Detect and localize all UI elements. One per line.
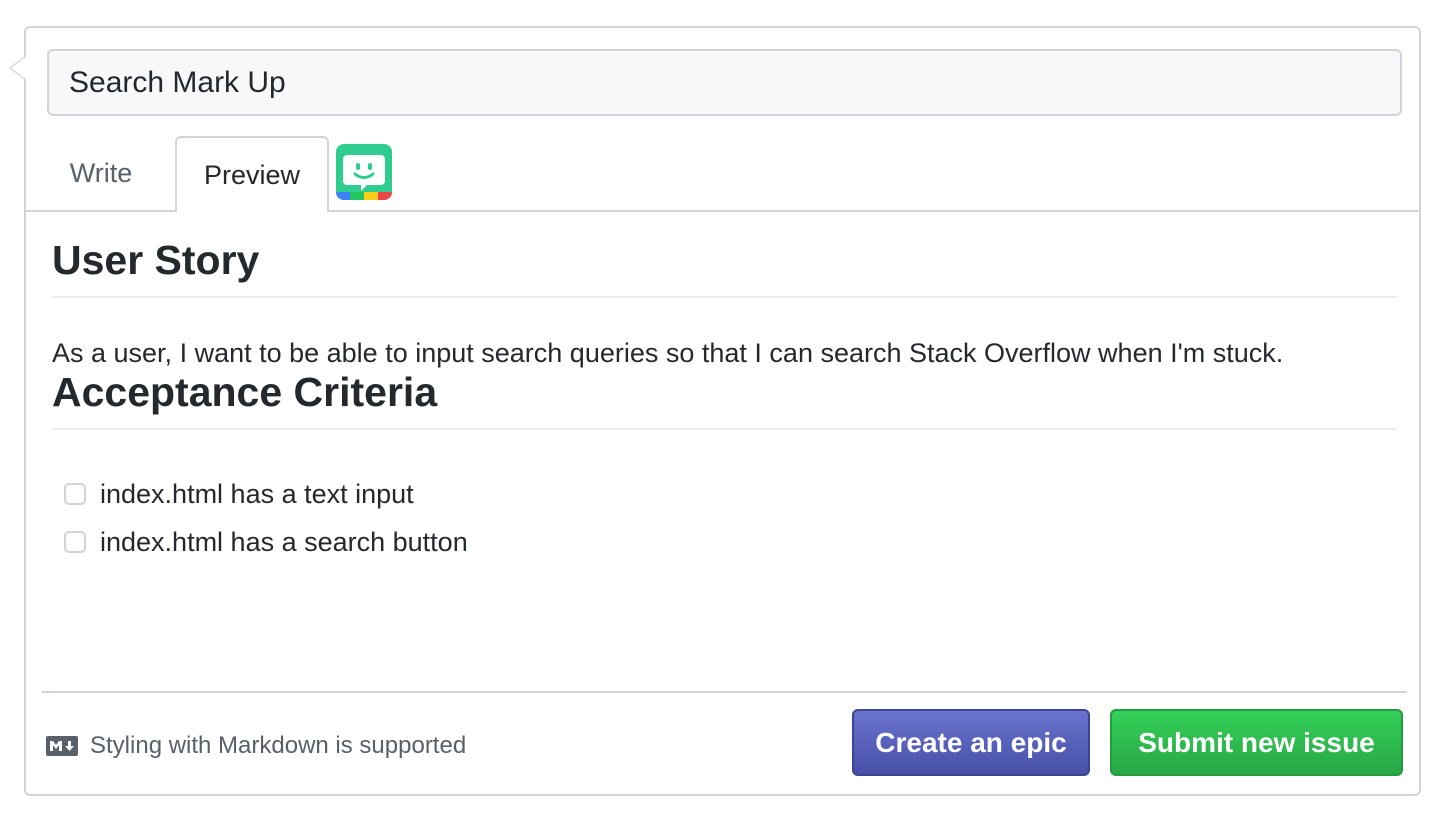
task-checkbox[interactable] bbox=[64, 483, 86, 505]
markdown-preview: User Story As a user, I want to be able … bbox=[52, 238, 1397, 566]
markdown-note[interactable]: Styling with Markdown is supported bbox=[46, 732, 466, 760]
preview-heading-acceptance: Acceptance Criteria bbox=[52, 370, 1397, 430]
markdown-icon bbox=[46, 736, 78, 756]
submit-issue-button[interactable]: Submit new issue bbox=[1110, 709, 1403, 776]
task-label: index.html has a text input bbox=[100, 479, 414, 509]
task-list-item: index.html has a search button bbox=[52, 518, 1397, 566]
tab-preview[interactable]: Preview bbox=[175, 136, 329, 212]
popover-pointer-fill bbox=[11, 57, 26, 79]
editor-tabs: Write Preview bbox=[26, 136, 1419, 212]
new-issue-form: Write Preview User Story As a user, I wa… bbox=[24, 26, 1421, 796]
preview-heading-user-story: User Story bbox=[52, 238, 1397, 298]
create-epic-button[interactable]: Create an epic bbox=[852, 709, 1090, 776]
task-checkbox[interactable] bbox=[64, 531, 86, 553]
task-label: index.html has a search button bbox=[100, 527, 468, 557]
markdown-note-text: Styling with Markdown is supported bbox=[90, 732, 467, 759]
footer-divider bbox=[42, 691, 1407, 693]
task-list: index.html has a text input index.html h… bbox=[52, 470, 1397, 566]
tab-write[interactable]: Write bbox=[26, 136, 176, 210]
zenhub-bot-icon[interactable] bbox=[336, 144, 392, 200]
issue-title-input[interactable] bbox=[47, 49, 1402, 116]
task-list-item: index.html has a text input bbox=[52, 470, 1397, 518]
preview-paragraph: As a user, I want to be able to input se… bbox=[52, 338, 1284, 368]
